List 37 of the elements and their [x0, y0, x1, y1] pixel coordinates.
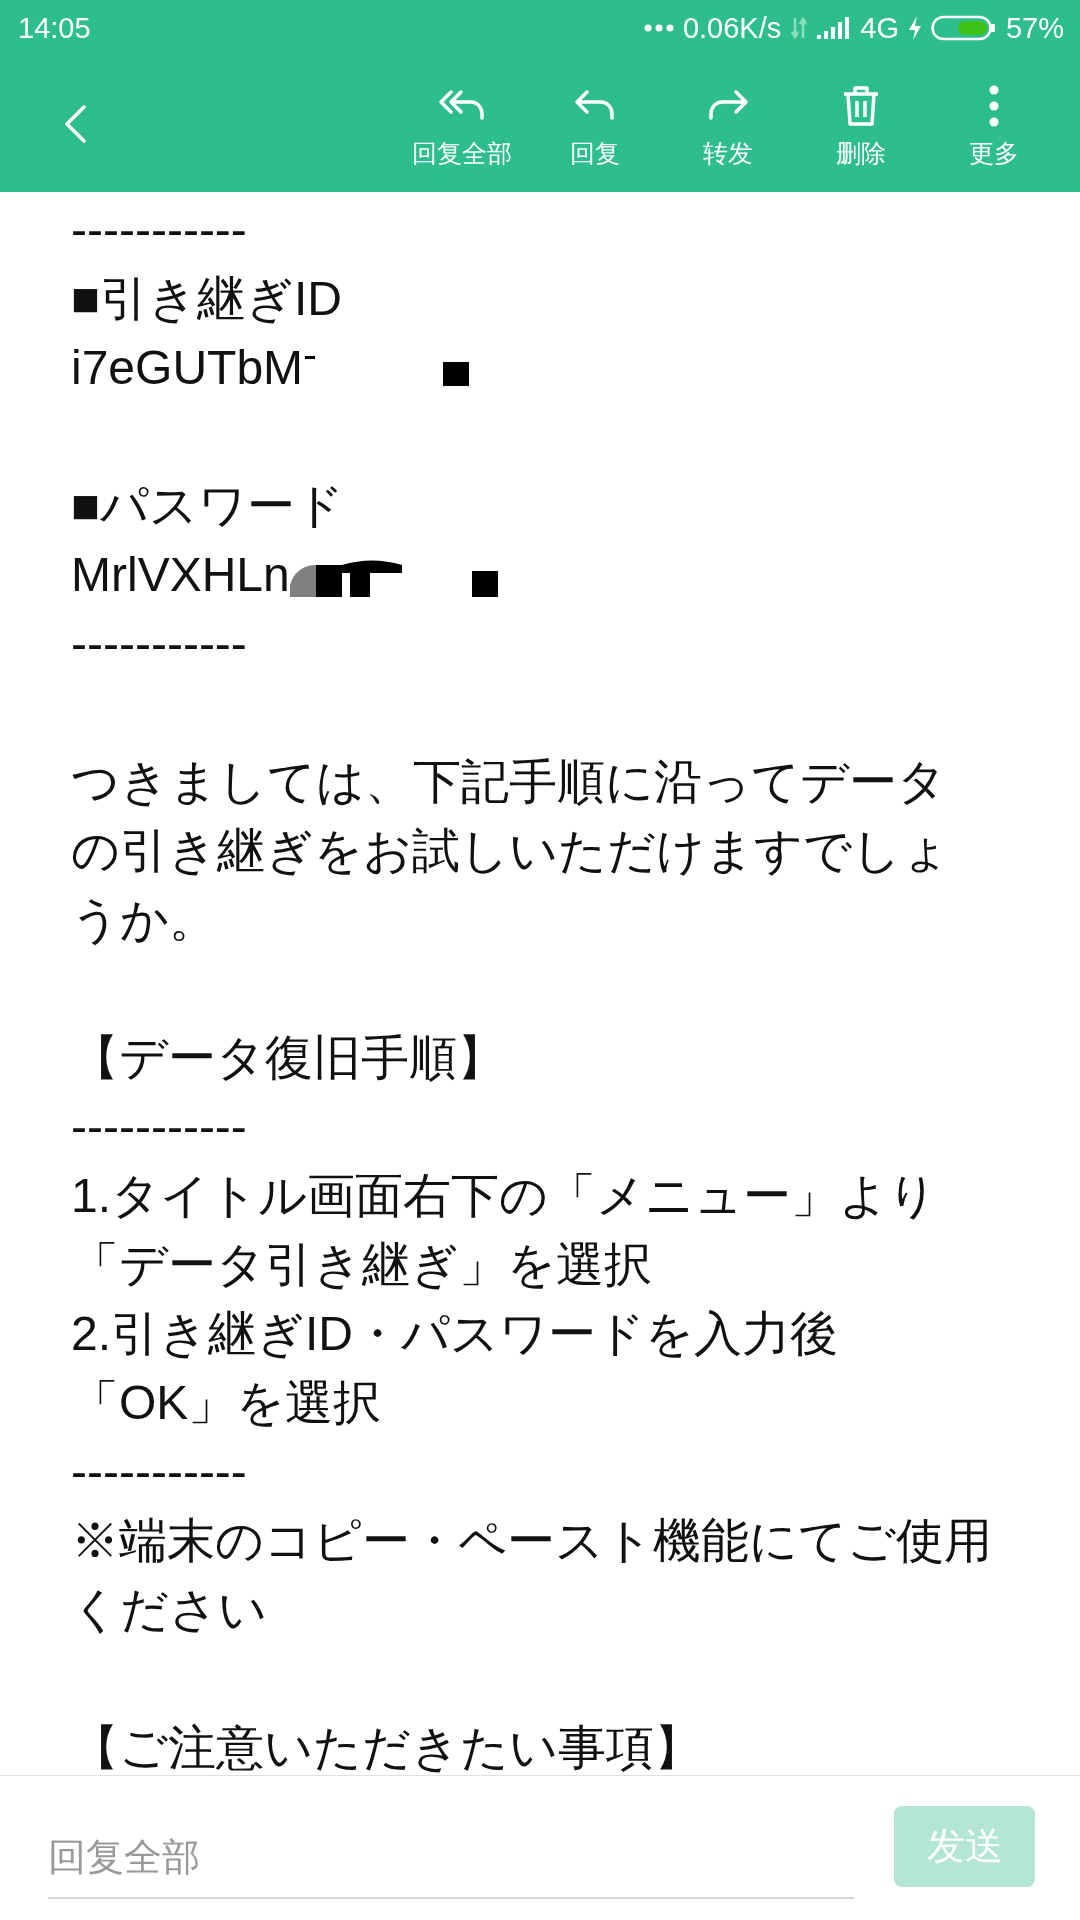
message-line: 「データ引き継ぎ」を選択 [71, 1237, 653, 1293]
credential-text: i7eGUTbM [71, 340, 304, 396]
credential-text: MrlVXHLn [71, 547, 290, 603]
message-line: ※端末のコピー・ペースト機能にてご使用 [71, 1513, 993, 1569]
network-speed: 0.06K/s [682, 11, 782, 45]
message-line: 「OK」を選択 [71, 1375, 383, 1431]
battery-icon [930, 14, 997, 42]
message-line: ください [71, 1582, 268, 1638]
status-time: 14:05 [18, 11, 91, 45]
reply-input-field[interactable]: 回复全部 [48, 1817, 854, 1899]
network-type: 4G [860, 11, 899, 45]
dashed-rule-text: ----------- [71, 202, 248, 258]
signal-icon [817, 16, 852, 40]
dashed-rule-text: ----------- [71, 1099, 248, 1155]
reply-button[interactable]: 回复 [528, 78, 661, 170]
more-button[interactable]: 更多 [927, 78, 1060, 170]
dashed-rule-text: ----------- [71, 1444, 248, 1500]
charging-icon [907, 15, 922, 41]
back-button[interactable] [63, 104, 87, 144]
data-arrows-icon [790, 16, 809, 40]
message-line: うか。 [71, 892, 218, 948]
message-line: つきましては、下記手順に沿ってデータ [71, 754, 947, 810]
message-line: 【ご注意いただきたい事項】 [71, 1720, 703, 1775]
battery-percent: 57% [1005, 11, 1064, 45]
dots-icon [643, 24, 674, 32]
more-icon [987, 84, 1000, 127]
delete-button[interactable]: 删除 [794, 78, 927, 170]
dashed-rule-text: ----------- [71, 616, 248, 672]
message-line: 2.引き継ぎID・パスワードを入力後 [71, 1306, 840, 1362]
message-line: ■引き継ぎID [71, 271, 343, 327]
message-line: 1.タイトル画面右下の「メニュー」より [71, 1168, 939, 1224]
back-icon [63, 104, 87, 144]
message-line: の引き継ぎをお試しいただけますでしょ [71, 823, 951, 879]
forward-button[interactable]: 转发 [661, 78, 794, 170]
message-line: ■パスワード [71, 478, 345, 534]
reply-all-button[interactable]: 回复全部 [395, 78, 528, 170]
message-line: 【データ復旧手順】 [71, 1030, 506, 1086]
